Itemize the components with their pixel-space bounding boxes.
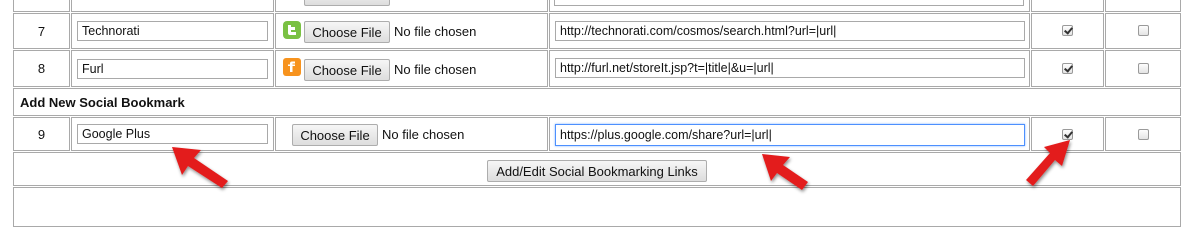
annotation-arrows xyxy=(172,140,1070,190)
arrow-to-checkbox xyxy=(1026,140,1070,186)
arrow-to-name-input xyxy=(172,147,228,188)
arrow-to-url-input xyxy=(762,154,808,190)
